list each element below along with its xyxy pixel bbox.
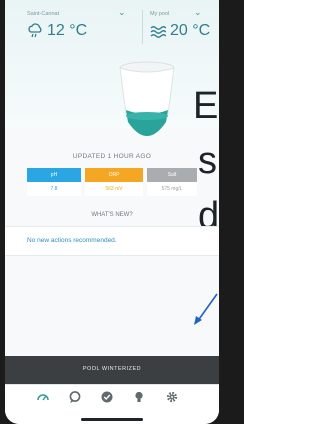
orp-label: ORP: [85, 168, 143, 182]
water-waves-icon: [150, 26, 166, 38]
bulb-icon[interactable]: [132, 390, 146, 404]
check-icon[interactable]: [100, 390, 114, 404]
salt-card[interactable]: Salt 575 mg/L: [147, 168, 197, 196]
orp-value: 563 mV: [85, 182, 143, 196]
app-screen: Saint-Cannat ⌄ 12 °C My pool ⌄ 20 °C E s…: [5, 0, 219, 424]
header-divider: [142, 10, 143, 44]
salt-label: Salt: [147, 168, 197, 182]
overlay-letter-1: E: [193, 85, 219, 127]
news-item[interactable]: No new actions recommended.: [5, 226, 219, 256]
salt-value: 575 mg/L: [147, 182, 197, 196]
water-temperature-value: 20 °C: [170, 22, 211, 39]
pool-chevron-down-icon[interactable]: ⌄: [194, 8, 202, 17]
air-temperature[interactable]: 12 °C: [27, 22, 87, 40]
overlay-letter-2: s: [198, 140, 217, 182]
news-text: No new actions recommended.: [27, 237, 117, 244]
chat-icon[interactable]: [68, 390, 82, 404]
pool-device-illustration: [119, 61, 175, 136]
cloud-rain-icon: [28, 23, 42, 38]
gauge-icon[interactable]: [36, 390, 50, 404]
home-indicator: [81, 418, 143, 421]
orp-card[interactable]: ORP 563 mV: [85, 168, 143, 196]
annotation-arrow: [194, 293, 218, 325]
location-label: Saint-Cannat: [27, 11, 60, 17]
water-temperature[interactable]: 20 °C: [150, 22, 210, 40]
whats-new-heading: WHAT'S NEW?: [91, 212, 133, 218]
pool-label: My pool: [150, 11, 170, 17]
gear-icon[interactable]: [165, 390, 179, 404]
ph-label: pH: [27, 168, 81, 182]
air-temperature-value: 12 °C: [47, 22, 88, 39]
ph-card[interactable]: pH 7.8: [27, 168, 81, 196]
pool-status-bar[interactable]: POOL WINTERIZED: [5, 356, 219, 384]
last-update-text: UPDATED 1 HOUR AGO: [72, 153, 152, 160]
pool-status-text: POOL WINTERIZED: [82, 366, 142, 372]
ph-value: 7.8: [27, 182, 81, 196]
location-chevron-down-icon[interactable]: ⌄: [118, 8, 126, 17]
